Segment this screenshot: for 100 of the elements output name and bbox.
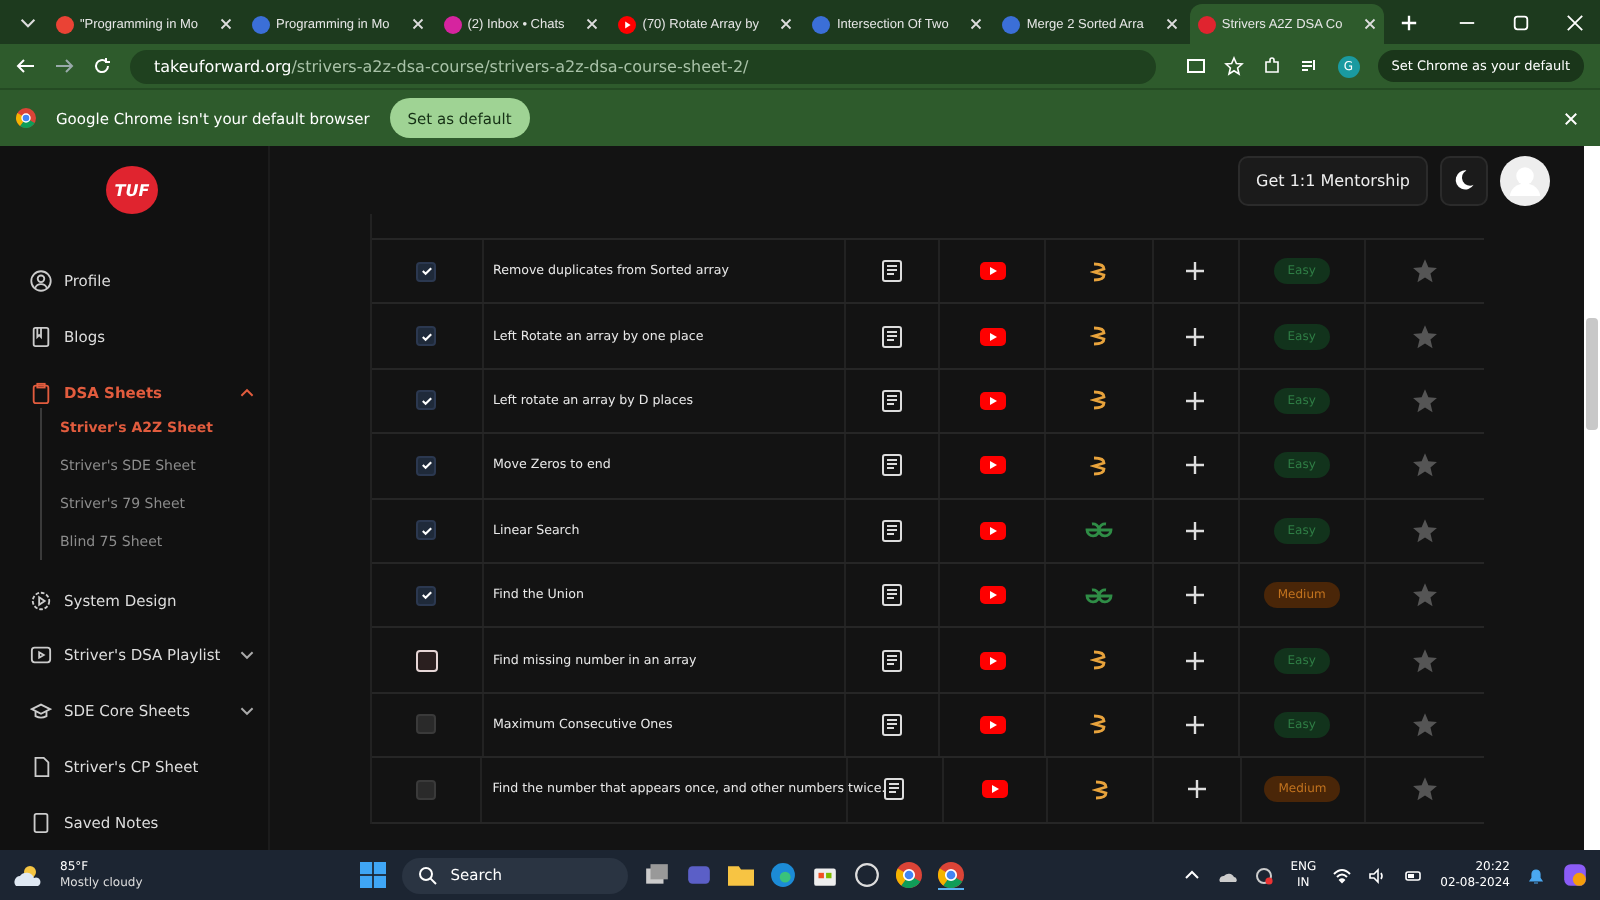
reload-icon[interactable] <box>92 56 112 76</box>
article-icon[interactable] <box>882 389 903 412</box>
article-icon[interactable] <box>882 649 903 672</box>
close-icon[interactable] <box>970 18 983 30</box>
forward-icon[interactable] <box>54 56 74 76</box>
article-icon[interactable] <box>884 778 905 801</box>
article-icon[interactable] <box>882 325 903 348</box>
video-icon[interactable] <box>979 586 1006 605</box>
video-icon[interactable] <box>979 391 1006 410</box>
site-icon <box>812 15 831 33</box>
browser-logo-icon <box>16 108 36 128</box>
close-icon[interactable] <box>780 18 793 30</box>
theme-toggle-button[interactable] <box>1440 155 1488 205</box>
checkbox[interactable] <box>416 455 437 476</box>
video-icon[interactable] <box>979 715 1006 734</box>
chat-app-icon[interactable] <box>686 862 713 888</box>
video-icon[interactable] <box>981 780 1008 799</box>
video-icon[interactable] <box>979 521 1006 540</box>
media-icon[interactable] <box>1299 56 1320 76</box>
add-icon[interactable] <box>1186 715 1205 734</box>
practice-icon[interactable] <box>1089 259 1108 284</box>
browser-icon[interactable] <box>770 862 797 888</box>
practice-icon[interactable] <box>1089 388 1108 413</box>
add-icon[interactable] <box>1187 780 1206 799</box>
video-icon[interactable] <box>979 327 1006 346</box>
copilot-icon[interactable] <box>1562 862 1588 888</box>
file-icon <box>30 755 52 778</box>
bell-icon[interactable] <box>1526 865 1546 885</box>
address-field[interactable]: takeuforward.org/strivers-a2z-dsa-course/strivers-a2z-dsa-course-sheet-2/ <box>130 49 1156 83</box>
circle-logo-icon[interactable] <box>854 862 881 888</box>
add-icon[interactable] <box>1186 651 1205 670</box>
checkbox[interactable] <box>416 585 437 606</box>
article-icon[interactable] <box>882 584 903 607</box>
chevron-icon[interactable] <box>240 650 254 661</box>
checkbox[interactable] <box>416 714 437 735</box>
star-icon[interactable] <box>1411 776 1438 803</box>
star-icon[interactable] <box>1411 258 1438 285</box>
star-icon[interactable] <box>1411 452 1438 479</box>
add-icon[interactable] <box>1186 521 1205 540</box>
close-icon[interactable] <box>586 18 599 30</box>
add-icon[interactable] <box>1186 262 1205 281</box>
article-icon[interactable] <box>882 260 903 283</box>
gear-icon <box>30 589 52 612</box>
practice-icon[interactable] <box>1089 453 1108 478</box>
extensions-icon[interactable] <box>1261 56 1282 76</box>
site-logo[interactable]: TUF <box>106 166 158 215</box>
practice-icon[interactable] <box>1083 522 1114 539</box>
speaker-icon[interactable] <box>1368 865 1389 885</box>
checkbox[interactable] <box>416 326 437 347</box>
star-icon[interactable] <box>1223 56 1244 76</box>
video-icon[interactable] <box>979 262 1006 281</box>
close-icon[interactable] <box>1165 18 1178 30</box>
practice-icon[interactable] <box>1089 712 1108 737</box>
checkbox[interactable] <box>416 520 437 541</box>
maximize-icon[interactable] <box>1512 13 1530 31</box>
checkbox[interactable] <box>416 390 437 411</box>
practice-icon[interactable] <box>1089 648 1108 673</box>
star-icon[interactable] <box>1411 517 1438 544</box>
play-icon <box>618 15 637 33</box>
chrome-icon[interactable] <box>938 861 965 889</box>
wifi-icon[interactable] <box>1332 865 1353 885</box>
clipboard-icon <box>30 381 52 404</box>
new-tab-icon[interactable] <box>1400 13 1419 31</box>
add-icon[interactable] <box>1186 327 1205 346</box>
article-icon[interactable] <box>882 519 903 542</box>
folder-icon[interactable] <box>728 862 755 888</box>
cast-icon[interactable] <box>1185 56 1206 76</box>
chrome-icon[interactable] <box>896 862 923 888</box>
video-icon[interactable] <box>979 651 1006 670</box>
practice-icon[interactable] <box>1091 777 1110 802</box>
check-icon <box>419 458 434 473</box>
back-icon[interactable] <box>16 56 36 76</box>
sync-icon[interactable] <box>1254 865 1275 885</box>
mentorship-button[interactable]: Get 1:1 Mentorship <box>1238 155 1428 205</box>
close-icon[interactable] <box>220 18 233 30</box>
book-icon <box>30 326 52 349</box>
chevron-icon[interactable] <box>240 706 254 717</box>
article-icon[interactable] <box>882 713 903 736</box>
video-icon[interactable] <box>979 456 1006 475</box>
task-view-icon[interactable] <box>644 862 671 888</box>
star-icon[interactable] <box>1411 711 1438 738</box>
article-icon[interactable] <box>882 454 903 477</box>
battery-icon[interactable] <box>1404 865 1425 885</box>
star-icon[interactable] <box>1411 323 1438 350</box>
checkbox[interactable] <box>416 261 437 282</box>
close-icon[interactable] <box>1364 18 1377 30</box>
weather-icon[interactable] <box>12 863 44 887</box>
practice-icon[interactable] <box>1083 587 1114 604</box>
star-icon[interactable] <box>1411 582 1438 609</box>
star-icon[interactable] <box>1411 647 1438 674</box>
add-icon[interactable] <box>1186 456 1205 475</box>
practice-icon[interactable] <box>1089 324 1108 349</box>
close-icon[interactable] <box>411 18 424 30</box>
add-icon[interactable] <box>1186 391 1205 410</box>
start-icon[interactable] <box>360 862 387 888</box>
add-icon[interactable] <box>1186 586 1205 605</box>
site-icon <box>1002 15 1021 33</box>
checkbox[interactable] <box>416 779 437 800</box>
user-avatar[interactable] <box>1500 155 1550 205</box>
star-icon[interactable] <box>1411 387 1438 414</box>
